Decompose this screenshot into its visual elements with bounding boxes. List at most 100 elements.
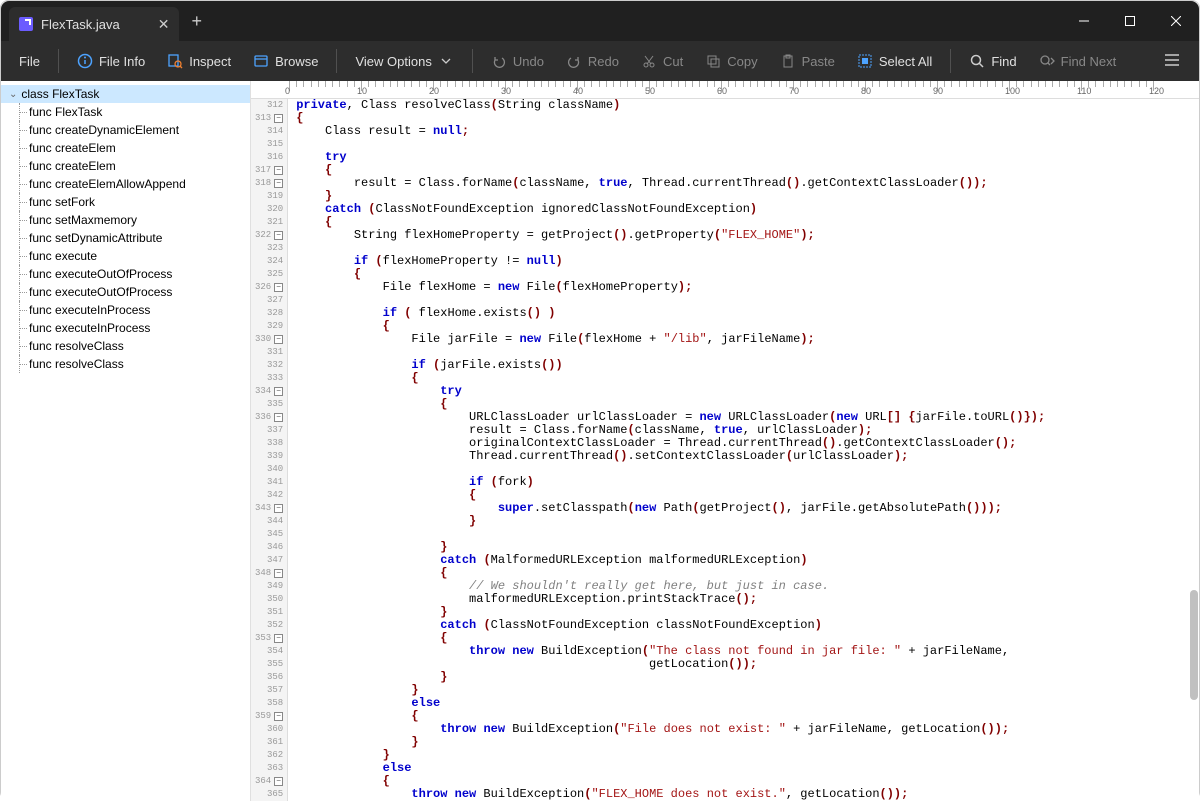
code-line[interactable]: File jarFile = new File(flexHome + "/lib…: [296, 333, 1045, 346]
line-number: 357: [255, 684, 283, 697]
maximize-button[interactable]: [1107, 1, 1153, 41]
line-number: 356: [255, 671, 283, 684]
tree-item[interactable]: func executeOutOfProcess: [1, 265, 250, 283]
fold-toggle[interactable]: −: [274, 504, 283, 513]
paste-button[interactable]: Paste: [770, 47, 845, 75]
copy-button[interactable]: Copy: [695, 47, 767, 75]
file-info-button[interactable]: File Info: [67, 47, 155, 75]
menu-button[interactable]: [1153, 45, 1191, 78]
line-number: 347: [255, 554, 283, 567]
tree-item[interactable]: func resolveClass: [1, 355, 250, 373]
tree-root[interactable]: ⌄ class FlexTask: [1, 85, 250, 103]
line-number: 341: [255, 476, 283, 489]
tree-item[interactable]: func executeInProcess: [1, 301, 250, 319]
line-number: 338: [255, 437, 283, 450]
outline-sidebar[interactable]: ⌄ class FlexTask func FlexTaskfunc creat…: [1, 81, 251, 801]
fold-toggle[interactable]: −: [274, 114, 283, 123]
view-options-menu[interactable]: View Options: [345, 47, 463, 75]
vertical-scrollbar[interactable]: [1188, 100, 1198, 780]
code-content[interactable]: private, Class resolveClass(String class…: [288, 99, 1053, 801]
redo-button[interactable]: Redo: [556, 47, 629, 75]
line-number: 332: [255, 359, 283, 372]
line-number: 319: [255, 190, 283, 203]
find-next-button[interactable]: Find Next: [1029, 47, 1127, 75]
scrollbar-thumb[interactable]: [1190, 590, 1198, 700]
fold-toggle[interactable]: −: [274, 179, 283, 188]
chevron-down-icon: [438, 53, 454, 69]
editor-pane: 0102030405060708090100110120 312313−3143…: [251, 81, 1199, 801]
code-line[interactable]: if ( flexHome.exists() ): [296, 307, 1045, 320]
fold-toggle[interactable]: −: [274, 283, 283, 292]
close-window-button[interactable]: [1153, 1, 1199, 41]
code-line[interactable]: private, Class resolveClass(String class…: [296, 99, 1045, 112]
code-line[interactable]: throw new BuildException("FLEX_HOME does…: [296, 788, 1045, 801]
fold-toggle[interactable]: −: [274, 166, 283, 175]
line-number: 321: [255, 216, 283, 229]
code-line[interactable]: else: [296, 762, 1045, 775]
select-all-button[interactable]: Select All: [847, 47, 942, 75]
fold-toggle[interactable]: −: [274, 231, 283, 240]
line-number: 326−: [255, 281, 283, 294]
line-gutter[interactable]: 312313−314315316317−318−319320321322−323…: [251, 99, 288, 801]
code-line[interactable]: File flexHome = new File(flexHomePropert…: [296, 281, 1045, 294]
tree-item[interactable]: func createElem: [1, 139, 250, 157]
code-line[interactable]: Class result = null;: [296, 125, 1045, 138]
tree-item[interactable]: func createDynamicElement: [1, 121, 250, 139]
line-number: 359−: [255, 710, 283, 723]
line-number: 336−: [255, 411, 283, 424]
line-number: 314: [255, 125, 283, 138]
code-line[interactable]: }: [296, 515, 1045, 528]
fold-toggle[interactable]: −: [274, 387, 283, 396]
fold-toggle[interactable]: −: [274, 335, 283, 344]
line-number: 355: [255, 658, 283, 671]
file-menu[interactable]: File: [9, 48, 50, 75]
tree-item[interactable]: func resolveClass: [1, 337, 250, 355]
code-line[interactable]: result = Class.forName(className, true, …: [296, 177, 1045, 190]
file-tab[interactable]: FlexTask.java ✕: [9, 7, 179, 41]
window-controls: [1061, 1, 1199, 41]
line-number: 360: [255, 723, 283, 736]
line-number: 340: [255, 463, 283, 476]
tree-item[interactable]: func setDynamicAttribute: [1, 229, 250, 247]
code-line[interactable]: [296, 138, 1045, 151]
inspect-button[interactable]: Inspect: [157, 47, 241, 75]
main-content: ⌄ class FlexTask func FlexTaskfunc creat…: [1, 81, 1199, 801]
code-line[interactable]: }: [296, 736, 1045, 749]
tree-item[interactable]: func createElem: [1, 157, 250, 175]
fold-toggle[interactable]: −: [274, 634, 283, 643]
fold-toggle[interactable]: −: [274, 712, 283, 721]
line-number: 352: [255, 619, 283, 632]
undo-button[interactable]: Undo: [481, 47, 554, 75]
browse-button[interactable]: Browse: [243, 47, 328, 75]
line-number: 337: [255, 424, 283, 437]
code-line[interactable]: Thread.currentThread().setContextClassLo…: [296, 450, 1045, 463]
line-number: 316: [255, 151, 283, 164]
code-line[interactable]: if (flexHomeProperty != null): [296, 255, 1045, 268]
code-editor[interactable]: 312313−314315316317−318−319320321322−323…: [251, 99, 1199, 801]
line-number: 342: [255, 489, 283, 502]
line-number: 325: [255, 268, 283, 281]
fold-toggle[interactable]: −: [274, 777, 283, 786]
minimize-button[interactable]: [1061, 1, 1107, 41]
tree-item[interactable]: func FlexTask: [1, 103, 250, 121]
new-tab-button[interactable]: +: [191, 11, 202, 32]
select-all-icon: [857, 53, 873, 69]
line-number: 346: [255, 541, 283, 554]
fold-toggle[interactable]: −: [274, 413, 283, 422]
find-button[interactable]: Find: [959, 47, 1026, 75]
tree-item[interactable]: func executeOutOfProcess: [1, 283, 250, 301]
code-line[interactable]: try: [296, 151, 1045, 164]
tree-item[interactable]: func setMaxmemory: [1, 211, 250, 229]
close-tab-icon[interactable]: ✕: [158, 16, 170, 33]
tree-item[interactable]: func createElemAllowAppend: [1, 175, 250, 193]
line-number: 315: [255, 138, 283, 151]
tree-item[interactable]: func executeInProcess: [1, 319, 250, 337]
code-line[interactable]: String flexHomeProperty = getProject().g…: [296, 229, 1045, 242]
fold-toggle[interactable]: −: [274, 569, 283, 578]
code-line[interactable]: catch (ClassNotFoundException ignoredCla…: [296, 203, 1045, 216]
tree-item[interactable]: func execute: [1, 247, 250, 265]
cut-button[interactable]: Cut: [631, 47, 693, 75]
tree-item[interactable]: func setFork: [1, 193, 250, 211]
line-number: 327: [255, 294, 283, 307]
collapse-icon[interactable]: ⌄: [9, 89, 17, 100]
